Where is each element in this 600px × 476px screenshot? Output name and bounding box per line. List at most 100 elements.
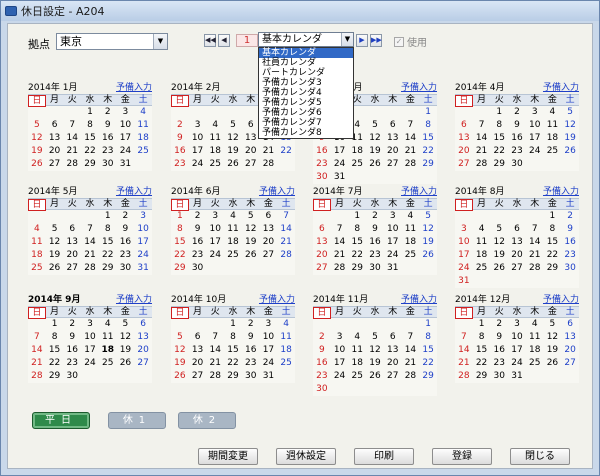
day-cell[interactable]: 1 [419,318,437,331]
day-cell[interactable]: 17 [117,132,135,145]
day-cell[interactable]: 6 [63,223,81,236]
day-cell[interactable]: 23 [242,357,260,370]
day-cell[interactable]: 20 [189,357,207,370]
day-cell[interactable]: 15 [490,132,508,145]
dropdown-option[interactable]: 予備カレンダ3 [259,78,353,88]
day-cell[interactable]: 29 [544,262,562,275]
dropdown-option[interactable]: 予備カレンダ4 [259,88,353,98]
day-cell[interactable]: 1 [81,106,99,119]
day-cell[interactable]: 20 [134,344,152,357]
day-cell[interactable]: 6 [134,318,152,331]
day-cell[interactable]: 17 [331,145,349,158]
day-cell[interactable]: 14 [402,344,420,357]
day-cell[interactable]: 4 [402,210,420,223]
day-cell[interactable]: 2 [99,106,117,119]
day-cell[interactable]: 6 [455,119,473,132]
day-cell[interactable]: 12 [419,223,437,236]
day-cell[interactable]: 27 [189,370,207,383]
reserve-input-link[interactable]: 予備入力 [401,186,437,198]
dropdown-option[interactable]: 社員カレンダ [259,58,353,68]
day-cell[interactable]: 11 [206,132,224,145]
day-cell[interactable]: 25 [544,145,562,158]
day-cell[interactable]: 24 [134,249,152,262]
day-cell[interactable]: 15 [473,344,491,357]
day-cell[interactable]: 20 [508,249,526,262]
day-cell[interactable]: 14 [277,223,295,236]
day-cell[interactable]: 1 [348,210,366,223]
day-cell[interactable]: 1 [46,318,64,331]
day-cell[interactable]: 16 [366,236,384,249]
day-cell[interactable]: 8 [419,331,437,344]
reserve-input-link[interactable]: 予備入力 [543,82,579,94]
day-cell[interactable]: 12 [490,236,508,249]
day-cell[interactable]: 28 [81,262,99,275]
day-cell[interactable]: 15 [224,344,242,357]
day-cell[interactable]: 13 [242,132,260,145]
day-cell[interactable]: 2 [366,210,384,223]
day-cell[interactable]: 2 [63,318,81,331]
day-cell[interactable]: 24 [331,370,349,383]
day-cell[interactable]: 3 [81,318,99,331]
day-cell[interactable]: 1 [171,210,189,223]
day-cell[interactable]: 11 [99,331,117,344]
day-cell[interactable]: 21 [277,236,295,249]
day-cell[interactable]: 18 [99,344,117,357]
day-cell[interactable]: 14 [206,344,224,357]
day-cell[interactable]: 7 [81,223,99,236]
day-cell[interactable]: 25 [348,158,366,171]
day-cell[interactable]: 16 [189,236,207,249]
day-cell[interactable]: 5 [544,318,562,331]
day-cell[interactable]: 12 [242,223,260,236]
day-cell[interactable]: 8 [419,119,437,132]
day-cell[interactable]: 9 [117,223,135,236]
day-cell[interactable]: 19 [171,357,189,370]
day-cell[interactable]: 13 [508,236,526,249]
day-cell[interactable]: 5 [171,331,189,344]
day-cell[interactable]: 3 [206,210,224,223]
day-cell[interactable]: 30 [99,158,117,171]
day-cell[interactable]: 25 [277,357,295,370]
day-cell[interactable]: 18 [224,236,242,249]
day-cell[interactable]: 10 [508,331,526,344]
day-cell[interactable]: 24 [526,145,544,158]
day-cell[interactable]: 1 [99,210,117,223]
day-cell[interactable]: 12 [366,344,384,357]
day-cell[interactable]: 14 [81,236,99,249]
day-cell[interactable]: 29 [419,158,437,171]
day-cell[interactable]: 5 [366,331,384,344]
day-cell[interactable]: 24 [331,158,349,171]
day-cell[interactable]: 22 [490,145,508,158]
day-cell[interactable]: 27 [242,158,260,171]
reserve-input-link[interactable]: 予備入力 [259,294,295,306]
dropdown-option[interactable]: 予備カレンダ5 [259,98,353,108]
day-cell[interactable]: 30 [189,262,207,275]
day-cell[interactable]: 23 [366,249,384,262]
day-cell[interactable]: 29 [46,370,64,383]
site-select[interactable]: 東京 ▼ [56,33,168,50]
period-change-button[interactable]: 期間変更 [198,448,258,465]
day-cell[interactable]: 22 [473,357,491,370]
day-cell[interactable]: 8 [490,119,508,132]
day-cell[interactable]: 9 [242,331,260,344]
day-cell[interactable]: 22 [99,249,117,262]
day-cell[interactable]: 17 [331,357,349,370]
day-cell[interactable]: 22 [171,249,189,262]
day-cell[interactable]: 13 [384,344,402,357]
day-cell[interactable]: 21 [28,357,46,370]
day-cell[interactable]: 9 [508,119,526,132]
day-cell[interactable]: 26 [46,262,64,275]
day-cell[interactable]: 17 [260,344,278,357]
register-button[interactable]: 登録 [432,448,492,465]
day-cell[interactable]: 3 [331,331,349,344]
day-cell[interactable]: 6 [189,331,207,344]
day-cell[interactable]: 15 [348,236,366,249]
day-cell[interactable]: 16 [508,132,526,145]
day-cell[interactable]: 23 [189,249,207,262]
day-cell[interactable]: 5 [46,223,64,236]
day-cell[interactable]: 1 [544,210,562,223]
day-cell[interactable]: 31 [331,171,349,184]
day-cell[interactable]: 21 [260,145,278,158]
day-cell[interactable]: 2 [242,318,260,331]
prev-page-button[interactable]: ◀ [218,34,230,47]
last-page-button[interactable]: ▶▶ [370,34,382,47]
